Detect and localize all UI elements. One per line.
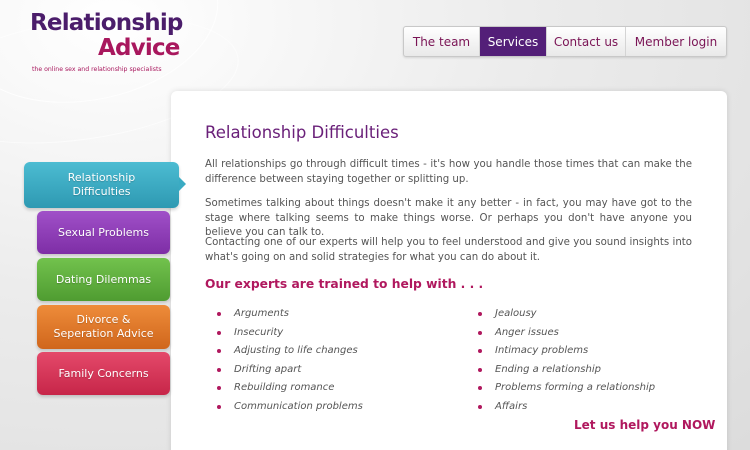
experts-subheading: Our experts are trained to help with . .… bbox=[205, 277, 484, 291]
list-item-label: Intimacy problems bbox=[495, 345, 589, 356]
bullet-icon bbox=[478, 404, 482, 409]
bullet-icon bbox=[217, 386, 221, 390]
logo-tagline: the online sex and relationship speciali… bbox=[32, 66, 162, 73]
list-item: Rebuilding romance bbox=[217, 379, 363, 398]
sidebar-item-label: Divorce & Seperation Advice bbox=[53, 313, 154, 340]
sidebar-item-family-concerns[interactable]: Family Concerns bbox=[37, 352, 170, 395]
list-item: Insecurity bbox=[217, 324, 363, 343]
nav-item-services[interactable]: Services bbox=[480, 27, 547, 56]
list-item-label: Drifting apart bbox=[234, 363, 302, 375]
nav-item-the-team[interactable]: The team bbox=[404, 27, 480, 56]
list-item-label: Problems forming a relationship bbox=[495, 382, 656, 393]
sidebar-item-dating-dilemmas[interactable]: Dating Dilemmas bbox=[37, 258, 170, 301]
top-nav: The team Services Contact us Member logi… bbox=[403, 26, 727, 57]
list-item: Communication problems bbox=[217, 398, 363, 417]
body-paragraph: Contacting one of our experts will help … bbox=[205, 237, 692, 263]
bullet-icon bbox=[478, 330, 482, 335]
list-item: Affairs bbox=[478, 398, 655, 417]
sidebar-item-divorce-separation[interactable]: Divorce & Seperation Advice bbox=[37, 305, 170, 349]
topics-list-left: Arguments Insecurity Adjusting to life c… bbox=[217, 305, 363, 416]
site-logo[interactable]: Relationship Advice the online sex and r… bbox=[30, 10, 200, 80]
body-paragraph: Sometimes talking about things doesn't m… bbox=[205, 198, 692, 238]
logo-text-secondary: Advice bbox=[98, 35, 180, 61]
bullet-icon bbox=[217, 330, 221, 335]
bullet-icon bbox=[478, 312, 482, 316]
topics-list-right: Jealousy Anger issues Intimacy problems … bbox=[478, 305, 655, 416]
sidebar-item-label: Relationship Difficulties bbox=[67, 171, 136, 198]
intro-paragraph: All relationships go through difficult t… bbox=[205, 159, 692, 185]
list-item-label: Adjusting to life changes bbox=[234, 345, 358, 356]
list-item-label: Jealousy bbox=[495, 308, 537, 319]
sidebar-item-label: Dating Dilemmas bbox=[55, 272, 152, 286]
bullet-icon bbox=[217, 349, 221, 353]
list-item: Jealousy bbox=[478, 305, 655, 324]
bullet-icon bbox=[217, 367, 221, 372]
list-item: Intimacy problems bbox=[478, 342, 655, 361]
page-title: Relationship Difficulties bbox=[205, 123, 399, 142]
bullet-icon bbox=[478, 367, 482, 372]
list-item-label: Communication problems bbox=[234, 400, 363, 412]
help-now-link[interactable]: Let us help you NOW bbox=[574, 418, 715, 432]
list-item-label: Affairs bbox=[495, 400, 528, 412]
list-item: Problems forming a relationship bbox=[478, 379, 655, 398]
nav-item-member-login[interactable]: Member login bbox=[626, 27, 726, 56]
bullet-icon bbox=[478, 349, 482, 353]
nav-item-contact-us[interactable]: Contact us bbox=[547, 27, 626, 56]
bullet-icon bbox=[217, 404, 221, 409]
logo-text-primary: Relationship bbox=[30, 10, 183, 36]
bullet-icon bbox=[478, 386, 482, 390]
list-item-label: Insecurity bbox=[234, 326, 284, 338]
sidebar-item-relationship-difficulties[interactable]: Relationship Difficulties bbox=[24, 162, 186, 208]
list-item-label: Arguments bbox=[234, 308, 289, 319]
list-item: Anger issues bbox=[478, 324, 655, 343]
list-item: Arguments bbox=[217, 305, 363, 324]
sidebar-item-label: Sexual Problems bbox=[57, 225, 150, 239]
list-item: Drifting apart bbox=[217, 361, 363, 380]
bullet-icon bbox=[217, 312, 221, 316]
list-item-label: Anger issues bbox=[495, 326, 559, 338]
list-item: Ending a relationship bbox=[478, 361, 655, 380]
sidebar-item-sexual-problems[interactable]: Sexual Problems bbox=[37, 211, 170, 254]
list-item-label: Rebuilding romance bbox=[234, 382, 335, 393]
list-item-label: Ending a relationship bbox=[495, 363, 601, 375]
list-item: Adjusting to life changes bbox=[217, 342, 363, 361]
sidebar-item-label: Family Concerns bbox=[58, 366, 149, 380]
active-arrow-icon bbox=[179, 177, 186, 191]
